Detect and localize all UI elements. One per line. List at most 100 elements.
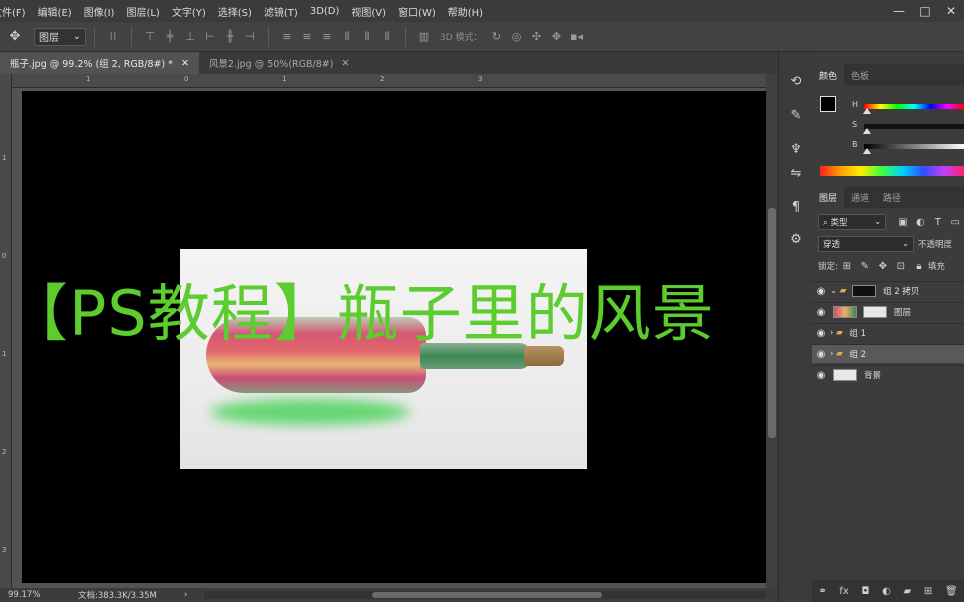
3d-scale-icon[interactable]: ▪◂ [567,30,587,43]
3d-roll-icon[interactable]: ◎ [507,30,527,43]
auto-align-icon[interactable]: ▥ [414,30,434,43]
layer-row[interactable]: ◉ 背景 [812,365,964,384]
lock-paint-icon[interactable]: ✎ [856,261,874,272]
menu-view[interactable]: 视图(V) [345,4,392,19]
eye-icon[interactable]: ◉ [812,349,830,360]
close-window-button[interactable]: ✕ [938,4,964,18]
scrollbar-thumb[interactable] [768,208,776,438]
minimize-button[interactable]: — [886,4,912,18]
menu-select[interactable]: 选择(S) [212,4,258,19]
menu-edit[interactable]: 编辑(E) [32,4,78,19]
video-caption: 【PS教程】瓶子里的风景 [6,277,715,350]
menu-window[interactable]: 窗口(W) [392,4,442,19]
paragraph-icon[interactable]: ¶ [779,200,813,215]
ruler-tick-label: 1 [2,154,7,162]
saturation-knob[interactable] [863,128,871,134]
move-tool-icon[interactable]: ✥ [4,26,26,48]
new-layer-icon[interactable]: ⊞ [924,586,932,597]
tab-paths[interactable]: 路径 [876,186,908,208]
layer-name: 图层 [894,308,912,318]
layer-name: 背景 [864,371,882,381]
lock-transparent-icon[interactable]: ⊞ [838,261,856,272]
history-icon[interactable]: ⟲ [779,74,813,89]
ruler-tick-label: 1 [2,350,7,358]
layer-row[interactable]: ◉ › ▰ 组 2 [812,344,964,363]
align-right-icon[interactable]: ⊣ [240,30,260,43]
brush-presets-icon[interactable]: ✎ [779,108,813,123]
menu-file[interactable]: 文件(F) [0,4,32,19]
distribute-vcenter-icon[interactable]: ≡ [297,30,317,43]
distribute-bottom-icon[interactable]: ≡ [317,30,337,43]
lock-artboard-icon[interactable]: ⊡ [892,261,910,272]
vertical-scrollbar[interactable] [766,74,778,588]
saturation-slider[interactable]: S [852,120,964,134]
tab-scenery-doc[interactable]: 风景2.jpg @ 50%(RGB/8#) ✕ [199,52,360,74]
auto-select-dropdown[interactable]: 图层 ⌄ [34,27,86,46]
trash-icon[interactable]: 🗑︎ [945,586,958,597]
eye-icon[interactable]: ◉ [812,370,830,381]
filter-shape-icon[interactable]: ▭ [947,217,964,228]
3d-rotate-icon[interactable]: ↻ [487,30,507,43]
menu-help[interactable]: 帮助(H) [442,4,489,19]
lock-all-icon[interactable]: 🔒︎ [910,261,928,272]
3d-slide-icon[interactable]: ✥ [547,30,567,43]
brush-icon[interactable]: ♆ [779,142,813,157]
layer-mask-thumbnail [852,285,877,297]
brightness-slider[interactable]: B [852,140,964,154]
layer-row[interactable]: ◉ › ▰ 组 1 [812,323,964,342]
lock-move-icon[interactable]: ✥ [874,261,892,272]
layer-row[interactable]: ◉ 图层 [812,302,964,321]
divider [131,26,132,47]
menu-3d[interactable]: 3D(D) [304,6,346,17]
hue-knob[interactable] [863,108,871,114]
align-hcenter-icon[interactable]: ╫ [220,30,240,43]
distribute-top-icon[interactable]: ≡ [277,30,297,43]
align-bottom-icon[interactable]: ⊥ [180,30,200,43]
link-icon[interactable]: ⚭ [818,586,826,597]
distribute-right-icon[interactable]: ⦀ [377,30,397,44]
eye-icon[interactable]: ◉ [812,286,830,297]
transform-controls-icon[interactable]: ⁞⁞ [103,30,123,43]
eye-icon[interactable]: ◉ [812,328,830,339]
tab-layers[interactable]: 图层 [812,186,845,208]
eye-icon[interactable]: ◉ [812,307,830,318]
tab-channels[interactable]: 通道 [844,186,876,208]
tab-bottle-doc[interactable]: 瓶子.jpg @ 99.2% (组 2, RGB/8#) * ✕ [0,52,199,74]
menu-image[interactable]: 图像(I) [78,4,121,19]
ruler-horizontal: 1 0 1 2 3 [12,74,766,88]
menu-layer[interactable]: 图层(L) [120,4,165,19]
color-spectrum-bar[interactable] [820,166,964,176]
filter-type-icon[interactable]: T [929,217,946,228]
brightness-knob[interactable] [863,148,871,154]
menu-filter[interactable]: 滤镜(T) [258,4,304,19]
adjustment-icon[interactable]: ◐ [882,586,891,597]
distribute-left-icon[interactable]: ⦀ [337,30,357,44]
maximize-button[interactable]: □ [912,4,938,18]
filter-adjustment-icon[interactable]: ◐ [912,217,929,228]
3d-drag-icon[interactable]: ✣ [527,30,547,43]
foreground-color-swatch[interactable] [820,96,836,112]
properties-icon[interactable]: ⚙ [779,232,813,247]
close-icon[interactable]: ✕ [341,58,349,69]
layer-filter-dropdown[interactable]: ⌕ 类型 ⌄ [818,214,887,230]
filter-pixel-icon[interactable]: ▣ [894,217,911,228]
mask-icon[interactable]: ◘ [862,586,870,597]
adjustments-icon[interactable]: ⇋ [779,166,813,181]
align-top-icon[interactable]: ⊤ [140,30,160,43]
chevron-down-icon[interactable]: ⌄ [830,286,837,296]
status-menu-arrow[interactable]: › [184,590,187,600]
right-panels: 颜色 色板 H S B 图层 通道 路径 ⌕ 类型 ⌄ ▣ ◐ T ▭ 穿透 ⌄… [812,52,964,602]
horizontal-scrollbar[interactable] [204,591,766,599]
zoom-level[interactable]: 99.17% [0,590,64,600]
align-left-icon[interactable]: ⊢ [200,30,220,43]
layer-row[interactable]: ◉ ⌄ ▰ 组 2 拷贝 [812,281,964,300]
align-vcenter-icon[interactable]: ╪ [160,30,180,43]
hue-slider[interactable]: H [852,100,964,114]
fx-icon[interactable]: fx [839,586,848,597]
menu-type[interactable]: 文字(Y) [166,4,212,19]
close-icon[interactable]: ✕ [181,58,189,69]
folder-icon[interactable]: ▰ [904,586,912,597]
distribute-hcenter-icon[interactable]: ⦀ [357,30,377,44]
blend-mode-dropdown[interactable]: 穿透 ⌄ [818,236,914,252]
scrollbar-thumb[interactable] [372,592,602,598]
